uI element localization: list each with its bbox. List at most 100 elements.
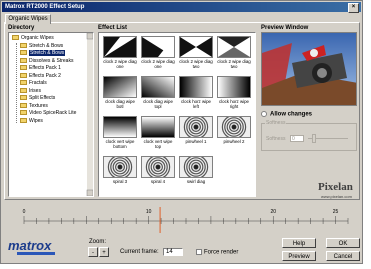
- folder-icon: [20, 95, 27, 101]
- effect-label: clock 2 wipe diag two: [217, 59, 251, 69]
- effect-thumbnail: [217, 36, 251, 58]
- effect-item[interactable]: pinwheel 1: [179, 114, 213, 144]
- tree-item[interactable]: Organic Wipes: [12, 35, 54, 42]
- preview-button[interactable]: Preview: [282, 251, 316, 261]
- tree-item[interactable]: Video SpiceRack Lite: [20, 110, 76, 117]
- checkbox-icon: [196, 249, 202, 255]
- current-frame-field[interactable]: 14: [163, 248, 183, 256]
- effect-label: clock diag wipe topl: [143, 99, 173, 109]
- force-render-checkbox[interactable]: Force render: [196, 249, 238, 256]
- folder-icon: [20, 57, 27, 63]
- effect-item[interactable]: clock horz wipe right: [217, 76, 251, 109]
- effect-thumbnail: [141, 76, 175, 98]
- zoom-in-button[interactable]: +: [99, 247, 109, 257]
- close-button[interactable]: ×: [348, 3, 359, 13]
- tree-item[interactable]: Fractals: [20, 80, 47, 87]
- tree-item-label: Effects Pack 1: [29, 65, 61, 71]
- cancel-button[interactable]: Cancel: [326, 251, 360, 261]
- tree-item-label: Wipes: [29, 117, 43, 124]
- effect-item[interactable]: spiral 4: [141, 154, 175, 184]
- folder-icon: [20, 102, 27, 108]
- timeline-tick-label: 10: [146, 209, 152, 215]
- folder-icon: [20, 72, 27, 78]
- tree-item-label: Textures: [29, 102, 48, 109]
- effect-item[interactable]: clock vert wipe bottom: [103, 116, 137, 149]
- softness-label: Softness: [266, 136, 286, 142]
- effect-item[interactable]: clock 2 wipe diag one: [103, 36, 137, 69]
- matrox-logo-bar: [17, 252, 55, 255]
- effect-thumbnail: [103, 154, 137, 180]
- effect-thumbnail: [141, 36, 175, 58]
- title-bar: Matrox RT2000 Effect Setup ×: [2, 2, 361, 13]
- folder-icon: [20, 80, 27, 86]
- tree-item[interactable]: Split Effects: [20, 95, 55, 102]
- matrox-logo: matrox: [8, 238, 52, 253]
- effect-item[interactable]: pinwheel 2: [217, 114, 251, 144]
- tree-item[interactable]: Wipes: [20, 118, 43, 125]
- timeline-tick-label: 20: [270, 209, 276, 215]
- allow-changes-label: Allow changes: [270, 111, 313, 118]
- effect-thumbnail: [141, 154, 175, 180]
- tree-item-label: Effects Pack 2: [29, 72, 61, 79]
- tree-item[interactable]: Dissolves & Streaks: [20, 58, 73, 65]
- preview-window: [261, 32, 357, 106]
- current-frame-label: Current frame:: [120, 249, 159, 255]
- effect-item[interactable]: clock 2 wipe diag two: [179, 36, 213, 69]
- effect-item[interactable]: clock 2 wipe diag two: [217, 36, 251, 69]
- effect-label: swirl diag: [186, 179, 206, 184]
- effect-item[interactable]: clock diag wipe topl: [141, 76, 175, 109]
- ok-button[interactable]: OK: [326, 238, 360, 248]
- folder-icon: [20, 42, 27, 48]
- effect-item[interactable]: swirl diag: [179, 154, 213, 184]
- tree-item-label: Stretch & Bows: [29, 50, 66, 56]
- tree-item-label: Fractals: [29, 80, 47, 86]
- effect-item[interactable]: clock vert wipe top: [141, 116, 175, 149]
- help-button[interactable]: Help: [282, 238, 316, 248]
- tree-item[interactable]: Effects Pack 1: [20, 65, 61, 72]
- pixelan-url: www.pixelan.com: [321, 194, 352, 199]
- window-title: Matrox RT2000 Effect Setup: [5, 4, 85, 10]
- effect-label: clock diag wipe botl: [105, 99, 135, 109]
- effect-setup-window: Matrox RT2000 Effect Setup × Organic Wip…: [0, 0, 363, 264]
- preview-image: [262, 33, 356, 105]
- tree-item[interactable]: Textures: [20, 103, 48, 110]
- tree-item-label: Organic Wipes: [21, 35, 54, 41]
- tab-organic-wipes[interactable]: Organic Wipes: [5, 14, 51, 24]
- effect-thumbnail: [217, 114, 251, 140]
- folder-icon: [20, 87, 27, 93]
- allow-changes-radio[interactable]: Allow changes: [261, 111, 312, 118]
- effect-label: pinwheel 1: [185, 139, 207, 144]
- effect-thumbnail: [217, 76, 251, 98]
- effect-thumbnail: [179, 36, 213, 58]
- effect-label: pinwheel 2: [223, 139, 245, 144]
- timeline[interactable]: 0 10 20 25: [8, 205, 358, 235]
- effect-thumbnail: [141, 116, 175, 138]
- effect-item[interactable]: clock diag wipe botl: [103, 76, 137, 109]
- softness-value-field[interactable]: 0: [290, 135, 304, 142]
- softness-group: Softness Softness 0: [261, 120, 357, 151]
- timeline-tick-label: 25: [333, 209, 339, 215]
- directory-tree[interactable]: Organic Wipes Stretch & Bows Stretch & Bow…: [8, 32, 94, 197]
- timeline-ruler[interactable]: 0 10 20 25: [8, 205, 358, 235]
- tree-item[interactable]: Stretch & Bows: [20, 43, 63, 50]
- folder-icon: [20, 65, 27, 71]
- effect-thumbnail: [103, 36, 137, 58]
- effect-thumbnail: [103, 76, 137, 98]
- effect-label: clock 2 wipe diag one: [103, 59, 137, 69]
- zoom-label: Zoom:: [89, 239, 107, 245]
- effect-list[interactable]: clock 2 wipe diag one clock 2 wipe diag o…: [98, 32, 256, 197]
- effect-item[interactable]: clock 2 wipe diag one: [141, 36, 175, 69]
- tree-item[interactable]: Effects Pack 2: [20, 73, 61, 80]
- tree-item[interactable]: Irises: [20, 88, 41, 95]
- tree-item-label: Stretch & Bows: [29, 42, 64, 49]
- tree-item-label: Irises: [29, 87, 41, 94]
- zoom-out-button[interactable]: -: [88, 247, 98, 257]
- effect-thumbnail: [179, 154, 213, 180]
- effect-item[interactable]: clock horz wipe left: [179, 76, 213, 109]
- softness-slider-thumb[interactable]: [312, 134, 316, 143]
- force-render-label: Force render: [204, 249, 239, 256]
- tree-item[interactable]: Stretch & Bows: [20, 50, 66, 57]
- effect-item[interactable]: spiral 3: [103, 154, 137, 184]
- preview-label: Preview Window: [261, 25, 309, 31]
- tree-item-label: Video SpiceRack Lite: [29, 110, 77, 116]
